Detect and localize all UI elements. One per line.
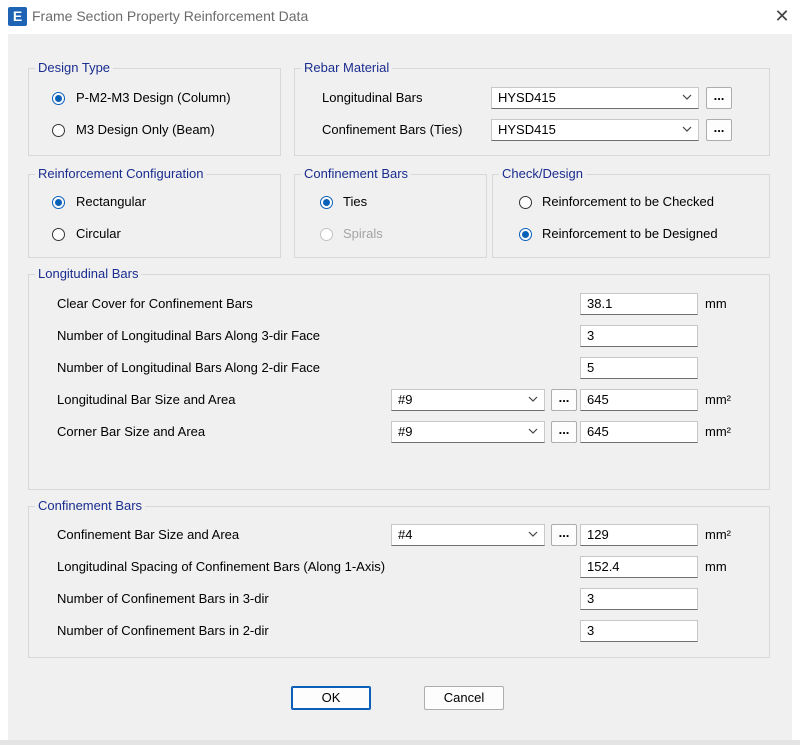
chevron-down-icon (682, 94, 692, 100)
longitudinal-bars-label: Longitudinal Bars (35, 266, 142, 282)
confinement-num-2dir-label: Number of Confinement Bars in 2-dir (57, 623, 269, 638)
radio-ties[interactable] (320, 196, 333, 209)
confinement-bars-label: Confinement Bars (35, 498, 146, 514)
reinforcement-designed-label[interactable]: Reinforcement to be Designed (542, 226, 718, 242)
check-design-label: Check/Design (499, 166, 586, 182)
cancel-button[interactable]: Cancel (424, 686, 504, 710)
clear-cover-unit: mm (705, 296, 727, 311)
confinement-num-3dir-field[interactable]: 3 (580, 588, 698, 610)
design-type-group: Design Type P-M2-M3 Design (Column) M3 D… (28, 60, 281, 156)
window-title: Frame Section Property Reinforcement Dat… (32, 8, 309, 24)
rebar-material-group: Rebar Material Longitudinal Bars HYSD415… (294, 60, 770, 156)
radio-pm2m3-design[interactable] (52, 92, 65, 105)
chevron-down-icon (528, 531, 538, 537)
longitudinal-bar-area-unit: mm² (705, 392, 731, 407)
m3-design-only-label[interactable]: M3 Design Only (Beam) (76, 122, 215, 138)
chevron-down-icon (682, 126, 692, 132)
longitudinal-bar-size-label: Longitudinal Bar Size and Area (57, 392, 236, 407)
close-icon[interactable]: ✕ (770, 4, 794, 28)
longitudinal-bar-area-field[interactable]: 645 (580, 389, 698, 411)
rectangular-label[interactable]: Rectangular (76, 194, 146, 210)
confinement-bars-group: Confinement Bars Confinement Bar Size an… (28, 498, 770, 658)
design-type-label: Design Type (35, 60, 114, 76)
confinement-material-value: HYSD415 (498, 122, 556, 137)
num-bars-3dir-field[interactable]: 3 (580, 325, 698, 347)
corner-bar-browse-button[interactable]: ... (551, 421, 577, 443)
window-bottom-edge (0, 740, 800, 745)
reinforcement-configuration-group: Reinforcement Configuration Rectangular … (28, 166, 281, 258)
chevron-down-icon (528, 428, 538, 434)
clear-cover-label: Clear Cover for Confinement Bars (57, 296, 253, 311)
longitudinal-material-browse-button[interactable]: ... (706, 87, 732, 109)
confinement-material-browse-button[interactable]: ... (706, 119, 732, 141)
reinforcement-configuration-label: Reinforcement Configuration (35, 166, 207, 182)
confinement-type-group: Confinement Bars Ties Spirals (294, 166, 487, 258)
radio-reinforcement-designed[interactable] (519, 228, 532, 241)
radio-circular[interactable] (52, 228, 65, 241)
chevron-down-icon (528, 396, 538, 402)
confinement-num-2dir-field[interactable]: 3 (580, 620, 698, 642)
circular-label[interactable]: Circular (76, 226, 121, 242)
confinement-spacing-unit: mm (705, 559, 727, 574)
pm2m3-design-label[interactable]: P-M2-M3 Design (Column) (76, 90, 231, 106)
radio-reinforcement-checked[interactable] (519, 196, 532, 209)
confinement-bar-size-select[interactable]: #4 (391, 524, 545, 546)
radio-m3-design-only[interactable] (52, 124, 65, 137)
confinement-bar-size-value: #4 (398, 527, 413, 542)
longitudinal-bars-group: Longitudinal Bars Clear Cover for Confin… (28, 266, 770, 490)
corner-bar-size-value: #9 (398, 424, 413, 439)
confinement-num-3dir-label: Number of Confinement Bars in 3-dir (57, 591, 269, 606)
confinement-bar-browse-button[interactable]: ... (551, 524, 577, 546)
num-bars-3dir-label: Number of Longitudinal Bars Along 3-dir … (57, 328, 321, 343)
longitudinal-material-select[interactable]: HYSD415 (491, 87, 699, 109)
longitudinal-material-value: HYSD415 (498, 90, 556, 105)
radio-rectangular[interactable] (52, 196, 65, 209)
reinforcement-checked-label[interactable]: Reinforcement to be Checked (542, 194, 714, 210)
confinement-spacing-label: Longitudinal Spacing of Confinement Bars… (57, 559, 386, 574)
dialog-body: Design Type P-M2-M3 Design (Column) M3 D… (8, 34, 792, 740)
title-bar: E Frame Section Property Reinforcement D… (0, 0, 800, 34)
check-design-group: Check/Design Reinforcement to be Checked… (492, 166, 770, 258)
num-bars-2dir-label: Number of Longitudinal Bars Along 2-dir … (57, 360, 321, 375)
confinement-bars-material-label: Confinement Bars (Ties) (322, 122, 463, 137)
ok-button[interactable]: OK (291, 686, 371, 710)
radio-spirals (320, 228, 333, 241)
num-bars-2dir-field[interactable]: 5 (580, 357, 698, 379)
clear-cover-field[interactable]: 38.1 (580, 293, 698, 315)
ties-label[interactable]: Ties (343, 194, 367, 210)
longitudinal-bar-browse-button[interactable]: ... (551, 389, 577, 411)
confinement-material-select[interactable]: HYSD415 (491, 119, 699, 141)
corner-bar-size-select[interactable]: #9 (391, 421, 545, 443)
corner-bar-size-label: Corner Bar Size and Area (57, 424, 206, 439)
spirals-label: Spirals (343, 226, 383, 241)
confinement-type-label: Confinement Bars (301, 166, 412, 182)
corner-bar-area-unit: mm² (705, 424, 731, 439)
rebar-material-label: Rebar Material (301, 60, 393, 76)
longitudinal-bars-material-label: Longitudinal Bars (322, 90, 423, 105)
corner-bar-area-field[interactable]: 645 (580, 421, 698, 443)
confinement-spacing-field[interactable]: 152.4 (580, 556, 698, 578)
confinement-bar-area-unit: mm² (705, 527, 731, 542)
confinement-bar-area-field[interactable]: 129 (580, 524, 698, 546)
app-logo-icon: E (8, 7, 27, 26)
longitudinal-bar-size-value: #9 (398, 392, 413, 407)
confinement-bar-size-label: Confinement Bar Size and Area (57, 527, 240, 542)
longitudinal-bar-size-select[interactable]: #9 (391, 389, 545, 411)
